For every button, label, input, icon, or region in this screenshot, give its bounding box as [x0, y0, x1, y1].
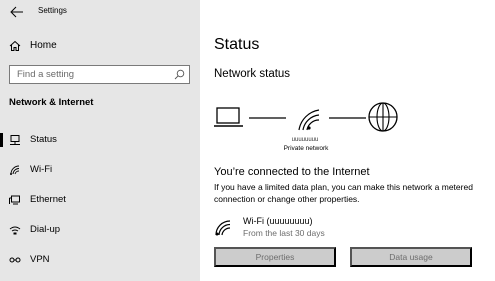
globe-icon [368, 102, 398, 132]
wifi-signal-icon [298, 109, 320, 131]
network-diagram [214, 102, 398, 132]
status-icon [10, 135, 20, 145]
title-bar: Settings [0, 0, 200, 26]
sidebar-item-dialup[interactable]: Dial-up [0, 219, 200, 241]
data-usage-button[interactable]: Data usage [350, 247, 472, 267]
laptop-icon [214, 107, 243, 127]
dialup-icon [9, 226, 21, 235]
connection-entry[interactable]: Wi-Fi (uuuuuuuu) From the last 30 days [214, 215, 474, 241]
connected-heading: You’re connected to the Internet [214, 166, 370, 178]
sidebar-item-wifi[interactable]: Wi-Fi [0, 159, 200, 181]
sidebar-item-status[interactable]: Status [0, 129, 200, 151]
connected-description: If you have a limited data plan, you can… [214, 182, 473, 204]
sidebar-item-label: Dial-up [30, 224, 61, 235]
back-arrow-icon[interactable] [10, 6, 24, 18]
connection-period: From the last 30 days [243, 228, 325, 238]
main-content: Status Network status uuuuuuuu Private n… [200, 0, 495, 281]
sidebar-item-label: Status [30, 134, 57, 145]
search-icon[interactable] [174, 69, 185, 80]
section-title: Network & Internet [9, 97, 94, 108]
vpn-icon [9, 257, 21, 263]
network-name: uuuuuuuu [291, 137, 319, 143]
sidebar-item-vpn[interactable]: VPN [0, 249, 200, 271]
search-input[interactable]: Find a setting [9, 65, 190, 84]
sidebar-item-label: Ethernet [30, 194, 66, 205]
sidebar-item-label: Wi-Fi [30, 164, 53, 175]
sidebar: Settings Home Find a setting Network & I… [0, 0, 200, 281]
wifi-connection-icon [215, 220, 231, 236]
sidebar-item-label: VPN [30, 254, 50, 265]
search-placeholder: Find a setting [17, 69, 75, 80]
sidebar-item-ethernet[interactable]: Ethernet [0, 189, 200, 211]
home-nav-item[interactable]: Home [0, 36, 200, 56]
selected-indicator [0, 133, 3, 147]
network-status-heading: Network status [214, 68, 291, 80]
home-icon [9, 40, 21, 51]
ethernet-icon [9, 195, 20, 205]
network-type: Private network [283, 145, 329, 152]
connection-name: Wi-Fi (uuuuuuuu) [243, 216, 313, 226]
page-title: Status [214, 36, 260, 53]
home-label: Home [30, 40, 57, 51]
window-title: Settings [38, 6, 67, 15]
wifi-icon [10, 165, 20, 175]
properties-button[interactable]: Properties [214, 247, 336, 267]
